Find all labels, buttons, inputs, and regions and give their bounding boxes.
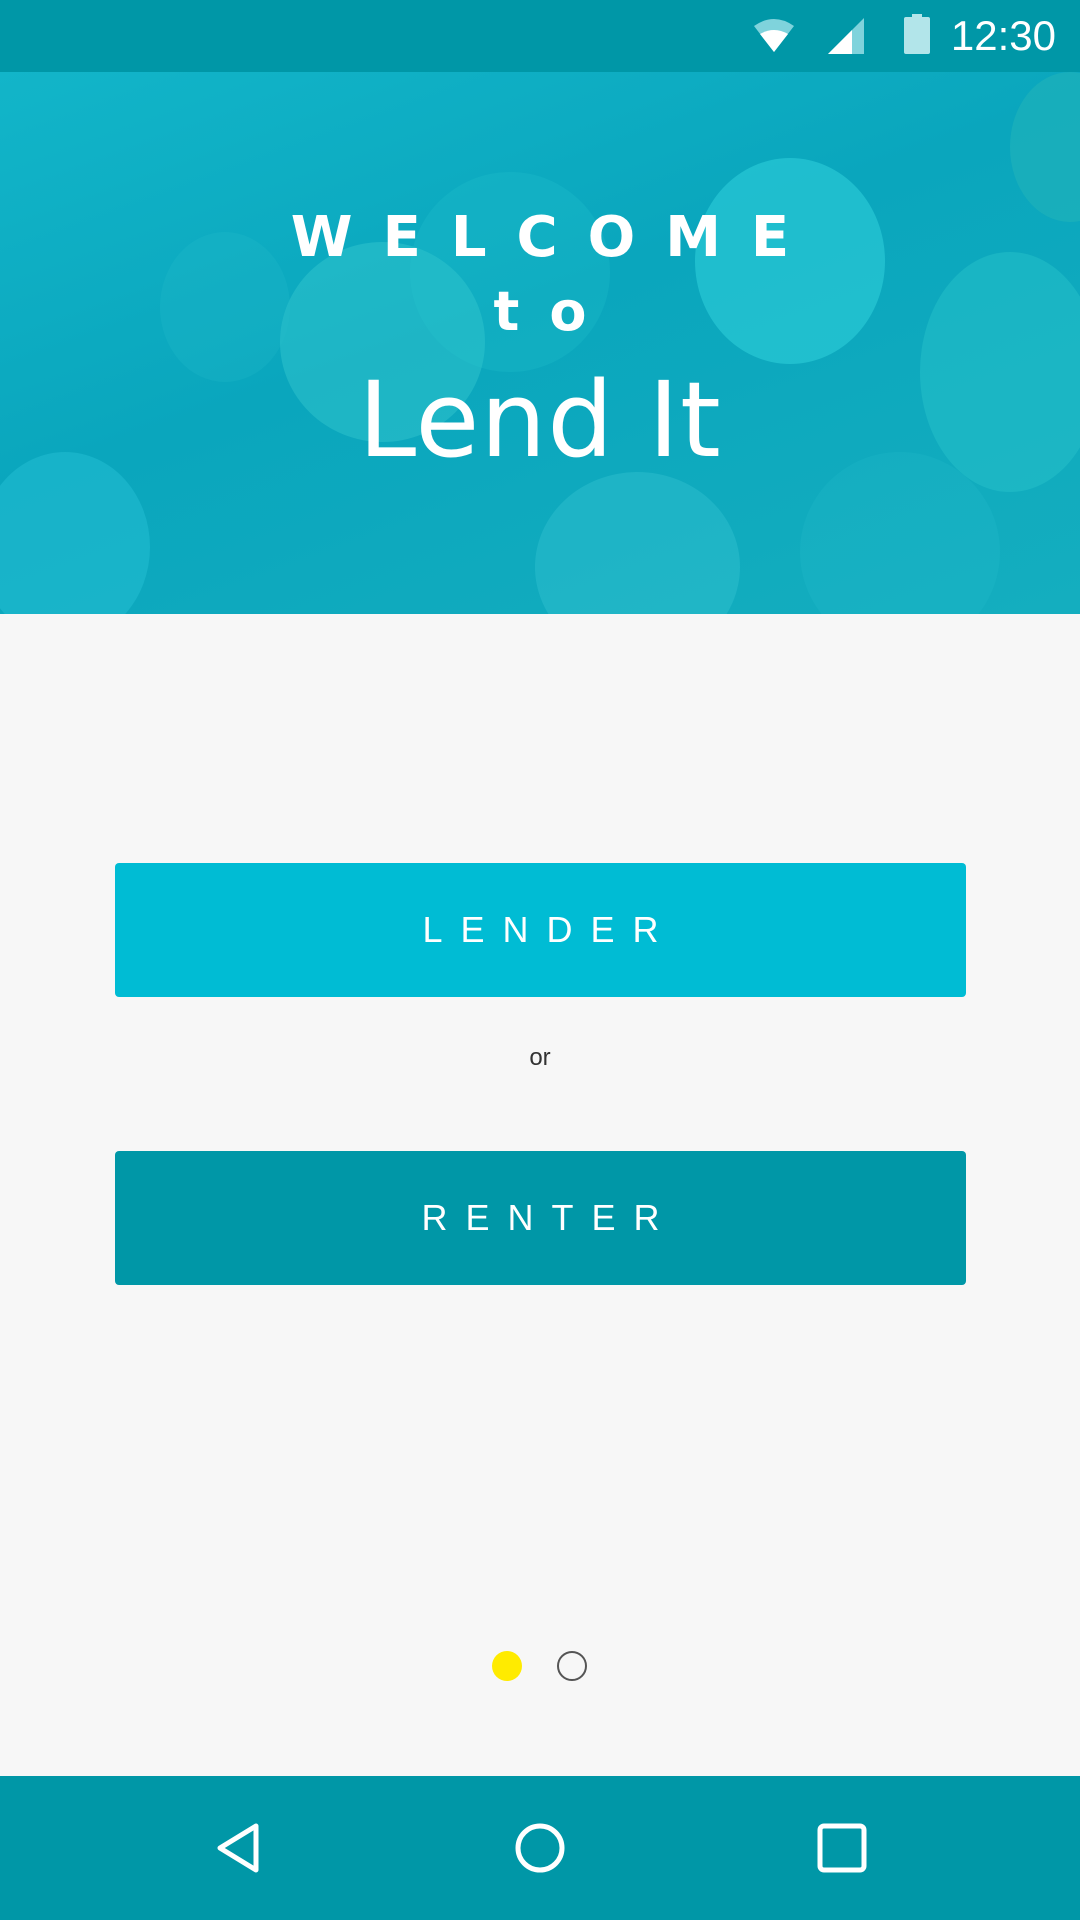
- page-dot-active[interactable]: [492, 1651, 522, 1681]
- back-icon[interactable]: [208, 1816, 272, 1880]
- cellular-signal-icon: [828, 18, 864, 54]
- welcome-screen: 12:30 WELCOME to Lend It LENDER or RENTE…: [0, 0, 1080, 1920]
- status-clock: 12:30: [950, 12, 1056, 59]
- recents-icon[interactable]: [810, 1816, 874, 1880]
- battery-icon: [904, 14, 930, 54]
- welcome-heading: WELCOME: [290, 205, 820, 270]
- bokeh-circle: [1010, 72, 1080, 222]
- or-separator: or: [529, 1044, 551, 1071]
- bokeh-circle: [535, 472, 740, 614]
- wifi-icon: [754, 19, 794, 52]
- app-name: Lend It: [358, 359, 722, 481]
- hero-banner: WELCOME to Lend It: [0, 72, 1080, 614]
- navigation-bar: [0, 1776, 1080, 1920]
- renter-button[interactable]: RENTER: [115, 1151, 966, 1285]
- lender-button[interactable]: LENDER: [115, 863, 966, 997]
- status-bar: 12:30: [0, 0, 1080, 72]
- welcome-connector: to: [493, 280, 617, 343]
- page-dot-inactive[interactable]: [557, 1651, 587, 1681]
- home-icon[interactable]: [508, 1816, 572, 1880]
